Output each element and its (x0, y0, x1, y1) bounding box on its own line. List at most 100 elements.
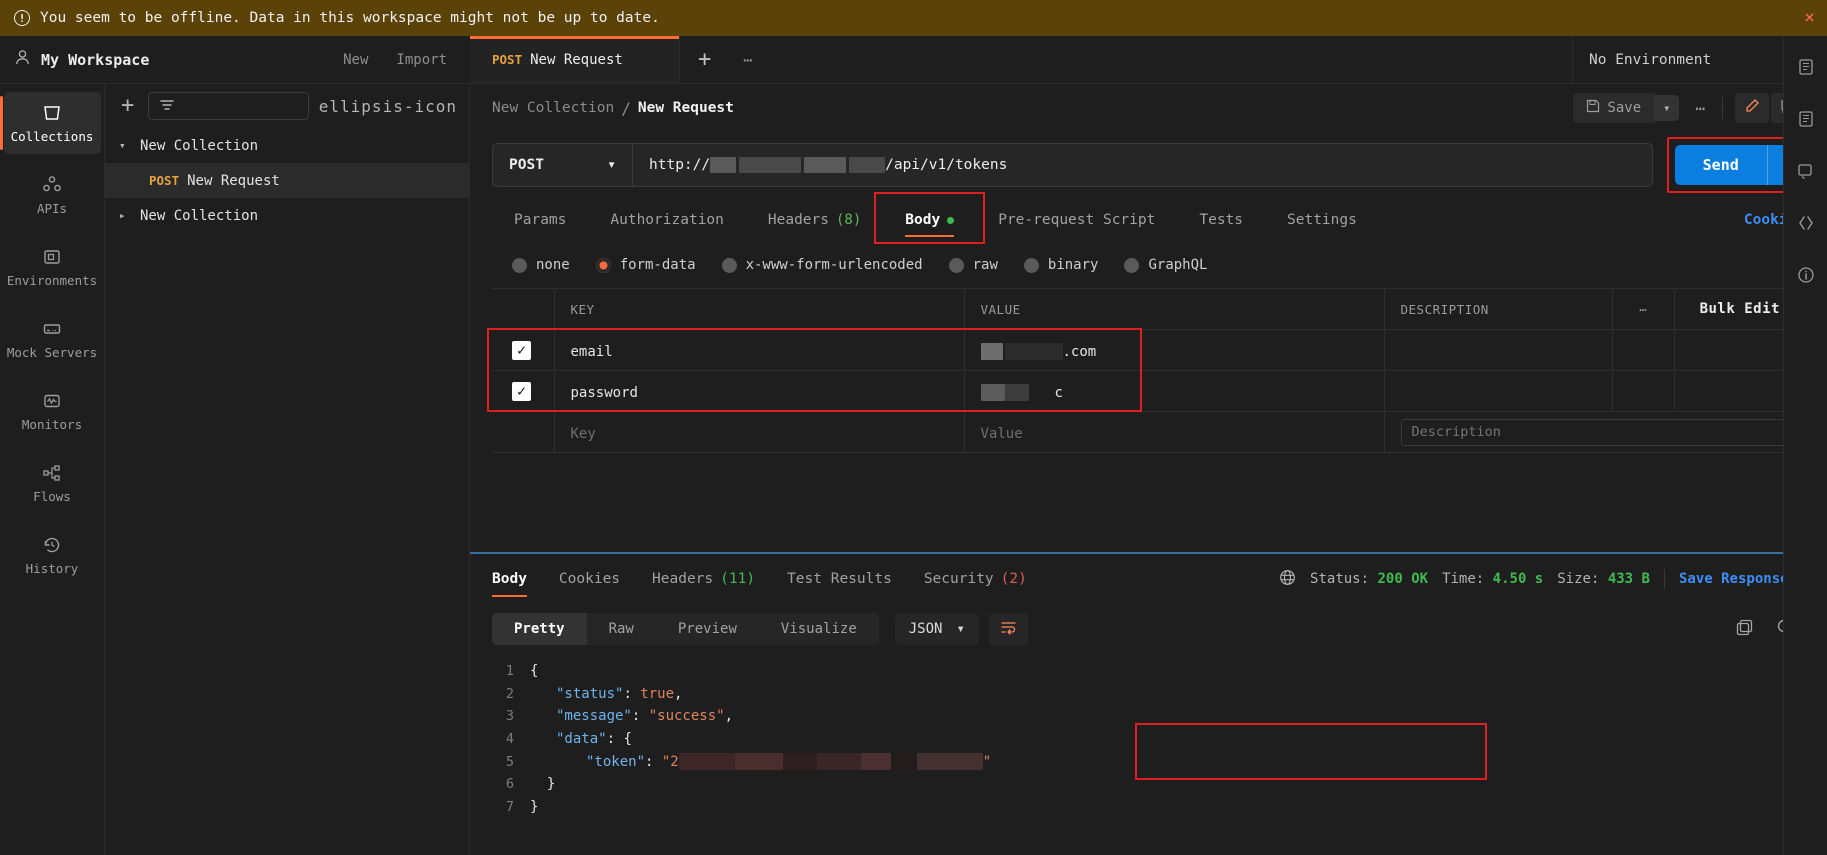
collection-row[interactable]: ▸ New Collection (105, 198, 469, 233)
table-row[interactable]: email .com (492, 329, 1805, 371)
sidebar-item-label: Environments (6, 273, 98, 288)
close-icon[interactable]: × (1804, 9, 1815, 27)
view-raw[interactable]: Raw (587, 613, 656, 645)
row-key-cell[interactable]: password (553, 370, 965, 412)
collection-row[interactable]: ▾ New Collection (105, 128, 469, 163)
response-tab-test-results[interactable]: Test Results (771, 554, 908, 604)
row-description-cell[interactable] (1383, 329, 1613, 371)
word-wrap-button[interactable] (988, 612, 1028, 646)
response-tab-cookies[interactable]: Cookies (543, 554, 636, 604)
response-code-viewer[interactable]: 1 { 2 "status": true, 3 "message": "succ… (470, 654, 1827, 818)
description-input[interactable] (1400, 418, 1804, 446)
edit-documentation-button[interactable] (1735, 93, 1769, 123)
sidebar-item-collections[interactable]: Collections (0, 92, 101, 154)
tab-params[interactable]: Params (492, 198, 588, 242)
request-row[interactable]: POST New Request (105, 163, 469, 198)
add-new-button[interactable]: + (117, 95, 138, 117)
row-description-cell[interactable] (1383, 370, 1613, 412)
placeholder-value-cell[interactable]: Value (963, 411, 1385, 453)
table-row[interactable]: password c (492, 370, 1805, 412)
radio-selected-icon (595, 257, 611, 273)
documentation-icon[interactable] (1797, 58, 1815, 80)
sidebar-item-label: History (25, 561, 79, 576)
body-type-raw[interactable]: raw (948, 257, 998, 273)
placeholder-key-cell[interactable]: Key (553, 411, 965, 453)
row-value-cell[interactable]: .com (963, 329, 1385, 371)
sidebar-item-mock-servers[interactable]: Mock Servers (4, 308, 101, 370)
view-visualize[interactable]: Visualize (759, 613, 879, 645)
body-type-graphql[interactable]: GraphQL (1124, 257, 1207, 273)
history-icon (41, 534, 63, 556)
response-status-bar: Status: 200 OK Time: 4.50 s Size: 433 B … (1279, 569, 1805, 590)
response-view-toolbar: Pretty Raw Preview Visualize JSON ▾ (470, 604, 1827, 654)
tab-authorization[interactable]: Authorization (588, 198, 746, 242)
row-key-value: email (570, 343, 613, 360)
json-value: { (623, 731, 632, 748)
header-value: VALUE (963, 288, 1385, 330)
code-snippet-icon[interactable] (1797, 162, 1815, 184)
sidebar-item-environments[interactable]: Environments (4, 236, 101, 298)
view-preview[interactable]: Preview (656, 613, 759, 645)
import-button[interactable]: Import (385, 47, 458, 73)
tab-headers[interactable]: Headers (8) (746, 198, 883, 242)
url-prefix: http:// (649, 157, 711, 173)
new-tab-button[interactable]: + (680, 36, 729, 83)
view-pretty[interactable]: Pretty (492, 613, 587, 645)
copy-icon[interactable] (1735, 618, 1754, 641)
response-tab-headers[interactable]: Headers (11) (636, 554, 771, 604)
response-format-selector[interactable]: JSON ▾ (894, 613, 979, 645)
sidebar-more-icon[interactable]: ellipsis-icon (319, 97, 457, 116)
body-type-binary[interactable]: binary (1023, 257, 1098, 273)
request-tabstrip: POST New Request + ⋯ No Environment ▾ (470, 36, 1827, 84)
comments-panel-icon[interactable] (1797, 110, 1815, 132)
save-options-button[interactable]: ▾ (1654, 95, 1680, 121)
table-more-icon[interactable]: ⋯ (1612, 288, 1675, 330)
url-input[interactable]: http:// /api/v1/tokens (632, 143, 1653, 187)
tab-label: Tests (1199, 212, 1244, 228)
form-data-table-wrap: KEY VALUE DESCRIPTION ⋯ Bulk Edit email … (470, 288, 1827, 453)
tab-count: (2) (1000, 571, 1027, 587)
placeholder-description-cell[interactable] (1383, 411, 1805, 453)
json-value: "2 (661, 754, 679, 771)
radio-label: none (536, 257, 570, 273)
request-more-icon[interactable]: ⋯ (1679, 99, 1722, 118)
save-button[interactable]: Save (1573, 93, 1655, 123)
breadcrumb-request: New Request (637, 100, 734, 116)
body-type-none[interactable]: none (512, 257, 570, 273)
row-value-cell[interactable]: c (963, 370, 1385, 412)
tab-pre-request-script[interactable]: Pre-request Script (976, 198, 1177, 242)
info-icon[interactable] (1797, 266, 1815, 288)
sidebar-item-apis[interactable]: APIs (4, 164, 101, 226)
json-key: "message" (556, 708, 632, 725)
breadcrumb-row: New Collection / New Request Save ▾ ⋯ (470, 84, 1827, 132)
tab-options-icon[interactable]: ⋯ (729, 36, 767, 83)
globe-icon (1279, 569, 1296, 590)
alert-circle-icon: ! (14, 10, 30, 26)
tab-settings[interactable]: Settings (1265, 198, 1379, 242)
code-brackets-icon[interactable] (1797, 214, 1815, 236)
response-tab-security[interactable]: Security (2) (908, 554, 1043, 604)
sidebar-item-monitors[interactable]: Monitors (4, 380, 101, 442)
size-value: 433 B (1607, 571, 1650, 587)
chevron-right-icon[interactable]: ▸ (119, 209, 131, 222)
response-tab-body[interactable]: Body (492, 554, 543, 604)
tab-body[interactable]: Body (874, 192, 986, 244)
row-checkbox[interactable] (512, 381, 531, 401)
new-button[interactable]: New (332, 47, 379, 73)
chevron-down-icon[interactable]: ▾ (119, 139, 131, 152)
breadcrumb-collection[interactable]: New Collection (492, 100, 614, 116)
sidebar-item-history[interactable]: History (4, 524, 101, 586)
open-tab-new-request[interactable]: POST New Request (470, 36, 680, 83)
tab-tests[interactable]: Tests (1177, 198, 1265, 242)
table-placeholder-row[interactable]: Key Value (492, 411, 1805, 453)
sidebar-filter-input[interactable] (148, 92, 309, 120)
sidebar-item-flows[interactable]: Flows (4, 452, 101, 514)
tab-count: (11) (720, 571, 756, 587)
row-key-cell[interactable]: email (553, 329, 965, 371)
json-tail: , (724, 708, 734, 725)
row-key-value: password (570, 384, 638, 401)
body-type-form-data[interactable]: form-data (595, 257, 696, 273)
method-selector[interactable]: POST ▾ (492, 143, 632, 187)
row-checkbox[interactable] (512, 340, 531, 360)
body-type-x-www-form-urlencoded[interactable]: x-www-form-urlencoded (721, 257, 923, 273)
